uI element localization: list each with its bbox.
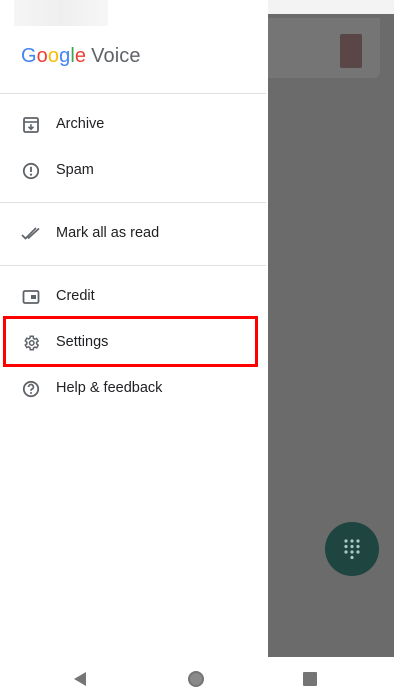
drawer-item-label: Spam [56, 162, 94, 178]
search-bar-card [268, 18, 380, 78]
drawer-item-credit[interactable]: Credit [0, 274, 266, 320]
back-icon[interactable] [70, 669, 90, 689]
drawer-item-label: Mark all as read [56, 225, 160, 241]
logo-letter: o [47, 45, 60, 67]
credit-icon [21, 287, 41, 307]
logo-voice: Voice [91, 45, 141, 67]
settings-highlight-box [3, 316, 258, 367]
system-navigation-bar [0, 657, 394, 700]
divider [0, 202, 266, 203]
google-voice-logo: Google Voice [21, 45, 141, 68]
logo-google: Google [21, 45, 86, 67]
divider [0, 265, 266, 266]
drawer-item-archive[interactable]: Archive [0, 102, 266, 148]
google-voice-screen: Google Voice Archive Spam Mark all as re… [0, 0, 394, 700]
status-area [268, 0, 394, 14]
drawer-item-label: Credit [56, 288, 95, 304]
dialpad-icon [344, 539, 360, 560]
avatar [340, 34, 362, 68]
dialpad-button[interactable] [325, 522, 379, 576]
spam-icon [21, 161, 41, 181]
archive-icon [21, 115, 41, 135]
recents-icon[interactable] [300, 669, 320, 689]
logo-letter: g [59, 45, 71, 67]
help-icon [21, 379, 41, 399]
home-icon[interactable] [186, 669, 206, 689]
drawer-item-help-feedback[interactable]: Help & feedback [0, 366, 266, 412]
drawer-item-spam[interactable]: Spam [0, 148, 266, 194]
navigation-drawer: Google Voice Archive Spam Mark all as re… [0, 0, 266, 657]
mark-read-icon [21, 224, 41, 244]
dimmed-app-content[interactable] [268, 0, 394, 657]
logo-letter: e [74, 45, 87, 67]
divider [0, 93, 266, 94]
logo-letter: o [36, 45, 48, 67]
drawer-item-label: Help & feedback [56, 380, 163, 396]
logo-letter: G [21, 45, 37, 67]
status-bar [14, 0, 108, 26]
drawer-item-mark-all-read[interactable]: Mark all as read [0, 211, 266, 257]
drawer-item-label: Archive [56, 116, 105, 132]
